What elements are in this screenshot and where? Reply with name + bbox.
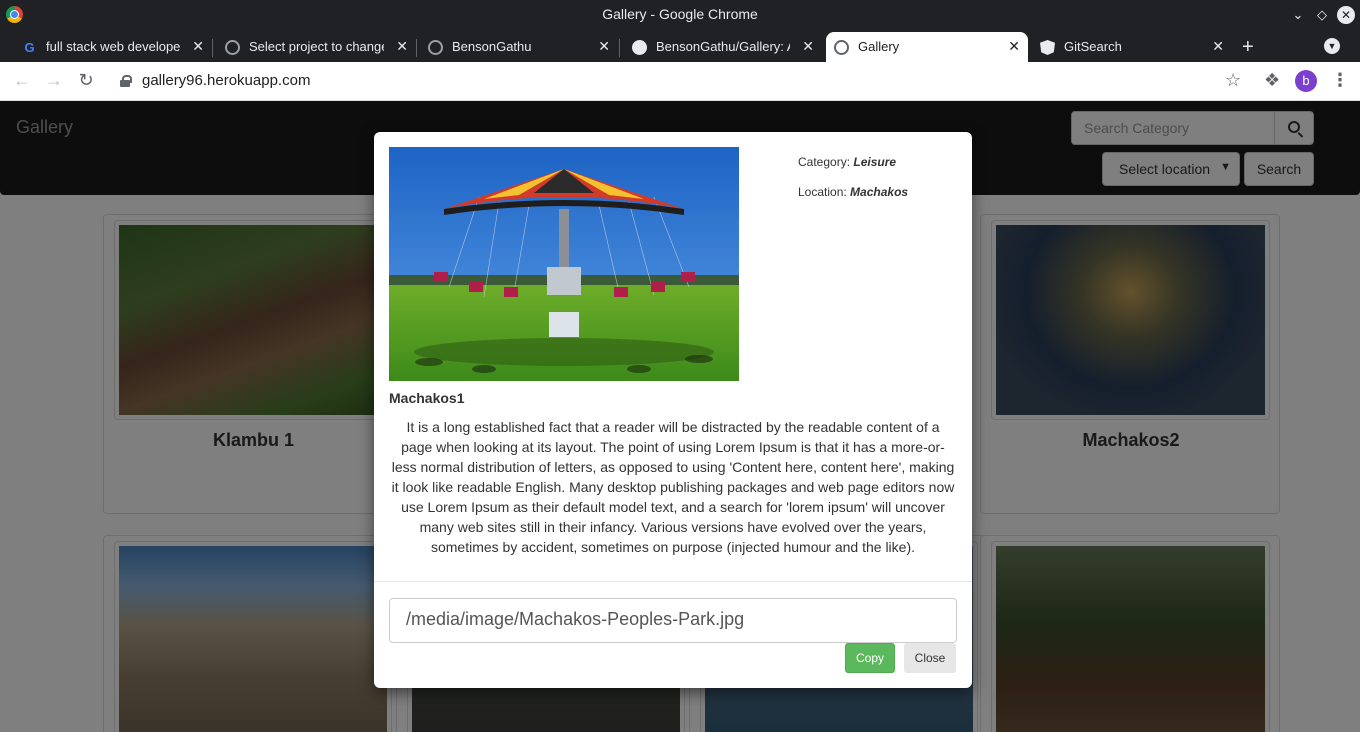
page-content: Gallery Search Category Select location … <box>0 101 1360 732</box>
tab-close-icon[interactable]: ✕ <box>1212 38 1224 55</box>
reload-icon[interactable]: ↻ <box>75 70 97 91</box>
modal-description: It is a long established fact that a rea… <box>391 419 955 555</box>
tab-github-gallery[interactable]: BensonGathu/Gallery: A ✕ <box>624 32 822 62</box>
modal-divider <box>374 581 972 582</box>
tab-strip: G full stack web developer ✕ Select proj… <box>0 29 1360 62</box>
tab-select-project[interactable]: Select project to change ✕ <box>217 32 416 62</box>
globe-icon <box>225 40 240 55</box>
tab-close-icon[interactable]: ✕ <box>802 38 814 55</box>
window-titlebar: Gallery - Google Chrome ⌄ ◇ ✕ <box>0 0 1360 29</box>
tab-close-icon[interactable]: ✕ <box>192 38 204 55</box>
tab-separator <box>212 39 213 57</box>
tab-close-icon[interactable]: ✕ <box>396 38 408 55</box>
tab-label: BensonGathu/Gallery: A <box>656 39 790 54</box>
globe-icon <box>834 40 849 55</box>
image-path-input[interactable]: /media/image/Machakos-Peoples-Park.jpg <box>389 598 957 643</box>
close-window-icon[interactable]: ✕ <box>1337 6 1355 24</box>
tab-label: Select project to change <box>249 39 384 54</box>
tab-label: GitSearch <box>1064 39 1122 54</box>
address-bar[interactable]: gallery96.herokuapp.com <box>142 72 310 89</box>
image-modal: Category: Leisure Location: Machakos Mac… <box>374 132 972 688</box>
tab-label: Gallery <box>858 39 900 54</box>
tab-separator <box>619 39 620 57</box>
swing-ride-image <box>389 147 739 381</box>
window-title: Gallery - Google Chrome <box>602 6 758 22</box>
google-icon: G <box>24 40 35 55</box>
tab-search-chevron-icon[interactable]: ▼ <box>1324 38 1340 54</box>
tab-close-icon[interactable]: ✕ <box>1008 38 1020 55</box>
minimize-icon[interactable]: ⌄ <box>1289 6 1307 24</box>
tab-full-stack[interactable]: G full stack web developer ✕ <box>14 32 212 62</box>
tab-label: BensonGathu <box>452 39 532 54</box>
modal-image <box>389 147 739 381</box>
modal-location: Location: Machakos <box>798 185 908 199</box>
tab-bensongathu[interactable]: BensonGathu ✕ <box>420 32 618 62</box>
tab-separator <box>416 39 417 57</box>
forward-arrow-icon[interactable]: → <box>43 70 65 91</box>
tab-gallery[interactable]: Gallery ✕ <box>826 32 1028 62</box>
close-button[interactable]: Close <box>904 643 956 673</box>
extensions-puzzle-icon[interactable]: ❖ <box>1264 70 1280 91</box>
tab-close-icon[interactable]: ✕ <box>598 38 610 55</box>
github-icon <box>632 40 647 55</box>
globe-icon <box>428 40 443 55</box>
back-arrow-icon[interactable]: ← <box>11 70 33 91</box>
more-menu-icon[interactable]: ⋮ <box>1331 70 1349 91</box>
location-label: Location: <box>798 185 847 199</box>
copy-button[interactable]: Copy <box>845 643 895 673</box>
category-value: Leisure <box>853 155 897 169</box>
lock-icon[interactable] <box>120 75 132 87</box>
profile-avatar[interactable]: b <box>1295 70 1317 92</box>
location-value: Machakos <box>850 185 909 199</box>
bookmark-star-icon[interactable]: ☆ <box>1225 70 1241 91</box>
modal-category: Category: Leisure <box>798 155 896 169</box>
category-label: Category: <box>798 155 851 169</box>
tab-label: full stack web developer <box>46 39 180 54</box>
new-tab-plus-icon[interactable]: + <box>1242 36 1254 59</box>
modal-image-name: Machakos1 <box>389 390 465 406</box>
maximize-icon[interactable]: ◇ <box>1313 6 1331 24</box>
browser-toolbar: ← → ↻ gallery96.herokuapp.com ☆ ❖ b ⋮ <box>0 62 1360 101</box>
angular-icon <box>1040 40 1055 55</box>
tab-gitsearch[interactable]: GitSearch ✕ <box>1032 32 1232 62</box>
